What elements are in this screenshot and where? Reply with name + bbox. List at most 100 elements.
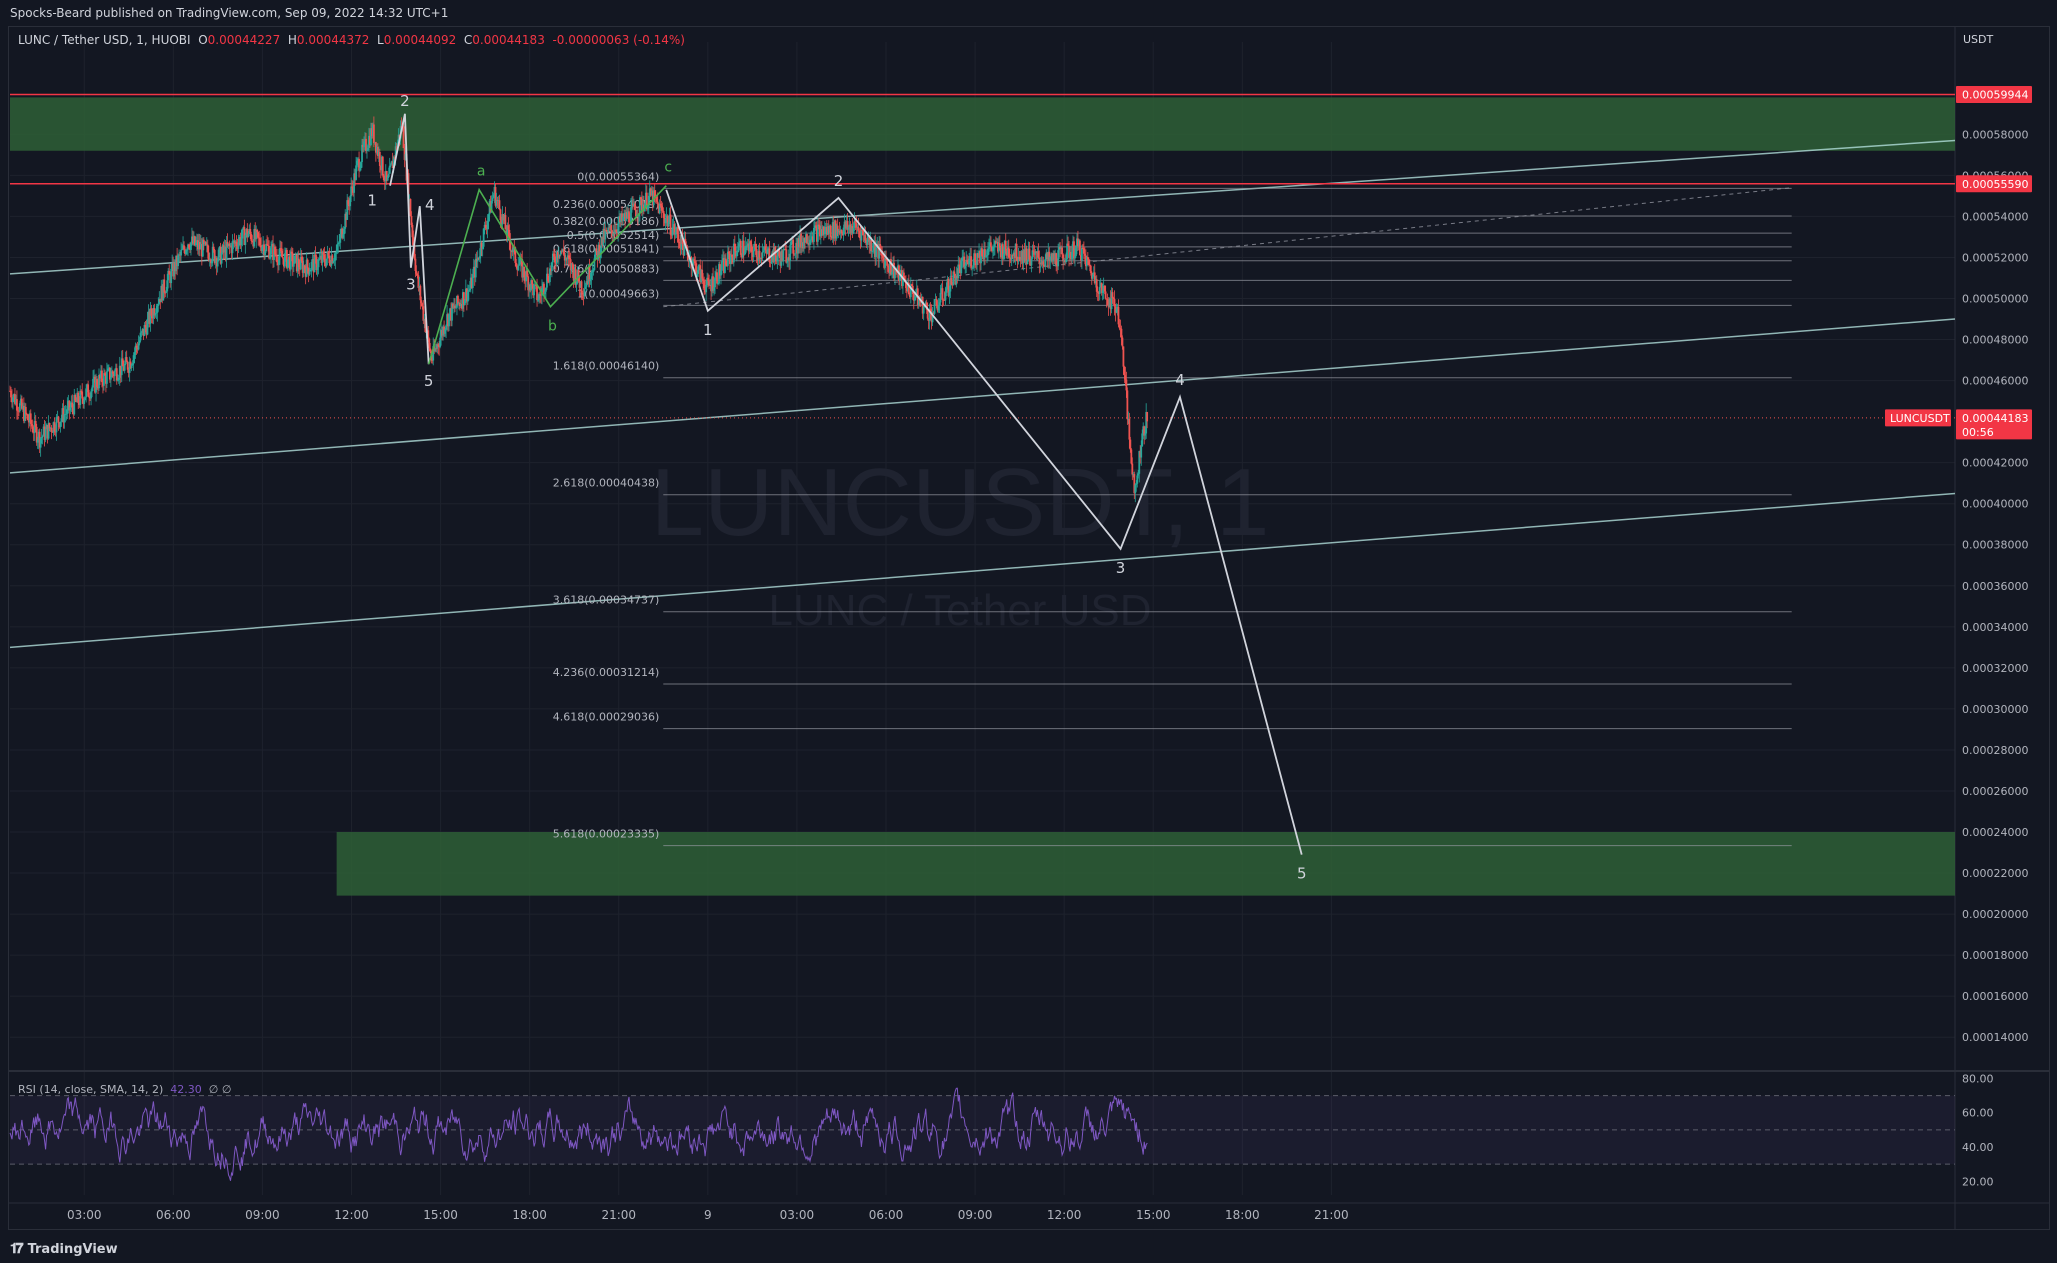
candle-body xyxy=(372,124,375,144)
price-tick-label: 0.00058000 xyxy=(1962,128,2028,141)
candle-body xyxy=(1079,240,1081,256)
zone-rect xyxy=(336,832,1955,896)
zone-rect xyxy=(10,97,1955,151)
rsi-tick-label: 40.00 xyxy=(1962,1141,1994,1154)
candle-body xyxy=(716,272,718,284)
price-tick-label: 0.00014000 xyxy=(1962,1031,2028,1044)
price-tick-label: 0.00036000 xyxy=(1962,580,2028,593)
high-label: H xyxy=(287,33,297,47)
wave-label: 1 xyxy=(367,192,377,210)
price-label-text: 0.00055590 xyxy=(1962,178,2028,191)
fib-level-label: 2.618(0.00040438) xyxy=(553,477,660,490)
price-tick-label: 0.00046000 xyxy=(1962,375,2028,388)
time-tick-label: 12:00 xyxy=(1047,1208,1082,1222)
rsi-tick-label: 60.00 xyxy=(1962,1107,1994,1120)
candle-body xyxy=(933,299,936,314)
time-tick-label: 21:00 xyxy=(1314,1208,1349,1222)
candle-body xyxy=(308,271,311,275)
fib-level-label: 3.618(0.00034737) xyxy=(553,594,660,607)
candle-body xyxy=(755,248,758,258)
time-tick-label: 18:00 xyxy=(512,1208,547,1222)
time-tick-label: 18:00 xyxy=(1225,1208,1260,1222)
candle-body xyxy=(656,201,659,204)
candle-body xyxy=(939,292,942,303)
candle-body xyxy=(1122,346,1125,367)
wave-label: a xyxy=(477,164,486,180)
fib-level-label: 4.236(0.00031214) xyxy=(553,666,660,679)
wave-label: b xyxy=(548,319,557,335)
rsi-tick-label: 80.00 xyxy=(1962,1072,1994,1085)
candle-body xyxy=(378,152,381,166)
fib-level-label: 5.618(0.00023335) xyxy=(553,828,660,841)
symbol-legend[interactable]: LUNC / Tether USD, 1, HUOBI O0.00044227 … xyxy=(18,33,685,47)
candle-body xyxy=(953,271,956,274)
candle-body xyxy=(970,256,973,269)
watermark-ticker: LUNCUSDT, 1 xyxy=(651,449,1270,556)
wave-label: c xyxy=(664,160,672,176)
fib-level-label: 1(0.00049663) xyxy=(577,287,659,300)
high-value: 0.00044372 xyxy=(296,33,370,47)
price-tick-label: 0.00022000 xyxy=(1962,867,2028,880)
rsi-legend[interactable]: RSI (14, close, SMA, 14, 2) 42.30 ∅ ∅ xyxy=(18,1083,231,1096)
candle-body xyxy=(292,263,295,267)
candle-body xyxy=(57,416,60,423)
time-tick-label: 12:00 xyxy=(334,1208,369,1222)
price-tick-label: 0.00034000 xyxy=(1962,621,2028,634)
candle-body xyxy=(990,242,992,247)
candle-body xyxy=(44,429,47,441)
time-tick-label: 06:00 xyxy=(156,1208,191,1222)
time-tick-label: 15:00 xyxy=(1136,1208,1171,1222)
candle-body xyxy=(1030,258,1033,266)
footer-brand[interactable]: 𝟏𝟕 TradingView xyxy=(10,1241,118,1257)
price-chart[interactable]: LUNCUSDT, 1 LUNC / Tether USD 0(0.00055364… xyxy=(0,0,2057,1263)
symbol-tag-text: LUNCUSDT xyxy=(1890,412,1950,425)
rsi-extra: ∅ ∅ xyxy=(208,1083,232,1096)
candle-body xyxy=(610,225,613,231)
wave-label: 2 xyxy=(400,92,410,110)
open-label: O xyxy=(198,33,208,47)
low-value: 0.00044092 xyxy=(383,33,457,47)
candle-body xyxy=(761,251,764,259)
candle-body xyxy=(875,247,878,257)
candle-body xyxy=(306,259,309,269)
candle-body xyxy=(282,257,284,259)
rsi-label: RSI (14, close, SMA, 14, 2) xyxy=(18,1083,164,1096)
candle-body xyxy=(1098,287,1101,295)
price-tick-label: 0.00042000 xyxy=(1962,457,2028,470)
time-tick-label: 15:00 xyxy=(423,1208,458,1222)
price-tick-label: 0.00018000 xyxy=(1962,949,2028,962)
candle-body xyxy=(517,265,520,271)
price-tick-label: 0.00026000 xyxy=(1962,785,2028,798)
price-tick-label: 0.00016000 xyxy=(1962,990,2028,1003)
wave-label: 3 xyxy=(1116,559,1126,577)
candle-body xyxy=(381,156,384,176)
candle-body xyxy=(270,246,272,255)
candle-body xyxy=(739,240,742,255)
candle-body xyxy=(317,259,320,268)
time-tick-label: 9 xyxy=(704,1208,712,1222)
symbol-name: LUNC / Tether USD, 1, HUOBI xyxy=(18,33,191,47)
candle-body xyxy=(1140,446,1143,458)
wave-label: 4 xyxy=(425,196,435,214)
candle-body xyxy=(782,250,785,262)
candle-body xyxy=(387,173,390,177)
candle-body xyxy=(1128,418,1131,440)
currency-label: USDT xyxy=(1963,33,1994,46)
rsi-value: 42.30 xyxy=(170,1083,202,1096)
wave-label: 1 xyxy=(703,321,713,339)
wave-label: 5 xyxy=(424,372,434,390)
countdown-text: 00:56 xyxy=(1962,426,1994,439)
time-tick-label: 06:00 xyxy=(869,1208,904,1222)
fib-level-label: 0(0.00055364) xyxy=(577,170,659,183)
time-tick-label: 09:00 xyxy=(245,1208,280,1222)
open-value: 0.00044227 xyxy=(207,33,281,47)
candle-body xyxy=(83,399,86,405)
change-value: -0.00000063 (-0.14%) xyxy=(552,33,685,47)
tradingview-logo-icon: 𝟏𝟕 xyxy=(10,1241,24,1257)
time-tick-label: 09:00 xyxy=(958,1208,993,1222)
low-label: L xyxy=(377,33,384,47)
candle-body xyxy=(498,200,501,210)
time-tick-label: 03:00 xyxy=(67,1208,102,1222)
price-tick-label: 0.00024000 xyxy=(1962,826,2028,839)
price-tick-label: 0.00054000 xyxy=(1962,210,2028,223)
